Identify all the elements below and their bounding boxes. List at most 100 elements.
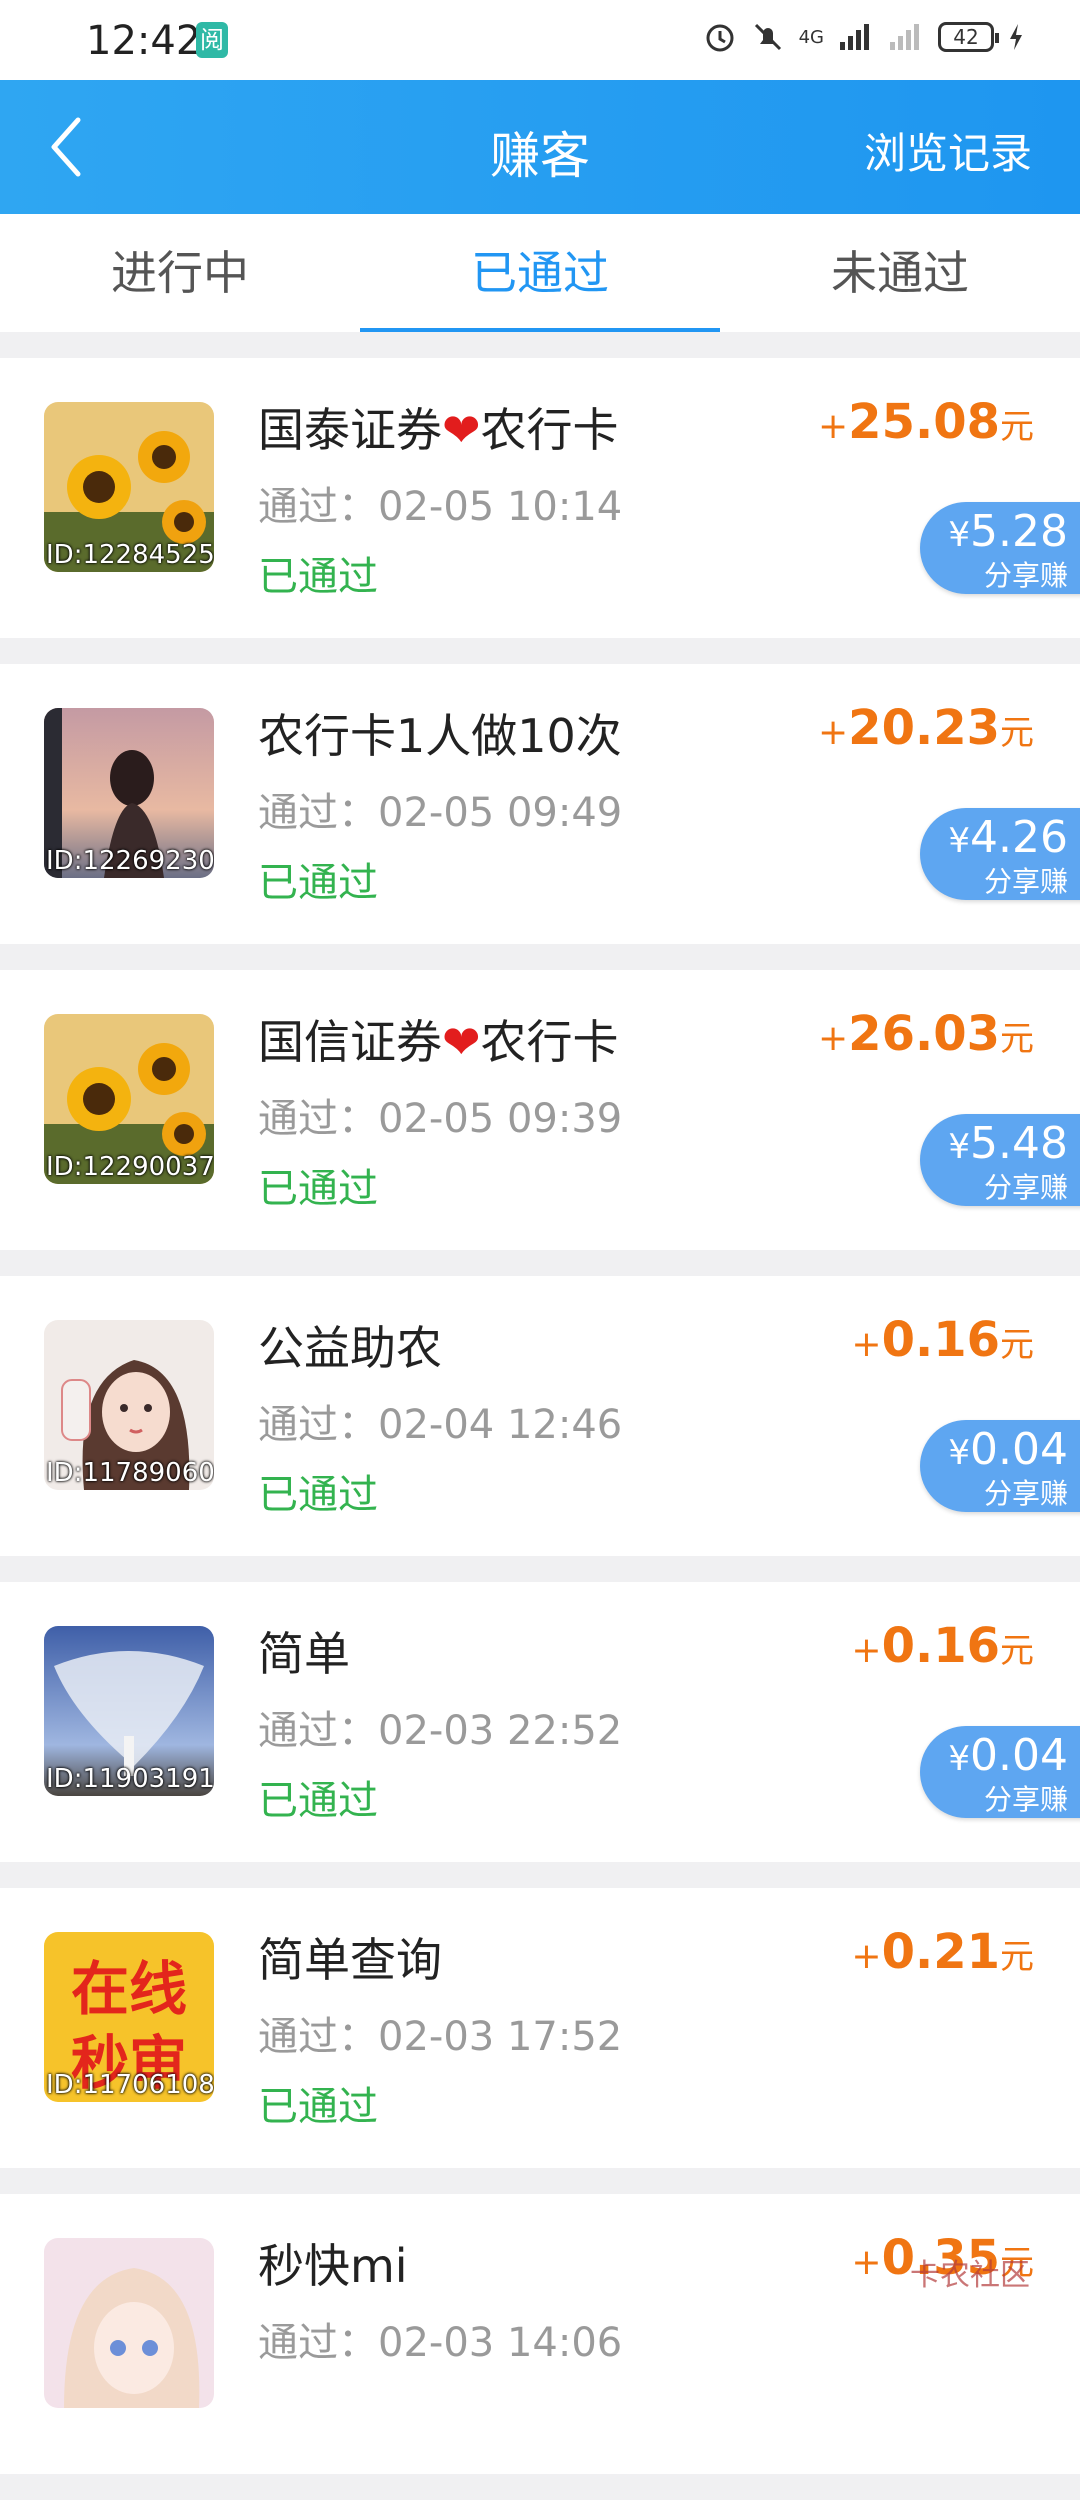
task-title-text: 简单 xyxy=(258,1627,350,1681)
share-earn-button[interactable]: ¥5.48 分享赚 xyxy=(920,1114,1080,1206)
pass-time: 通过：02-03 17:52 xyxy=(258,2014,623,2060)
task-title-suffix: 农行卡 xyxy=(480,403,619,457)
task-thumbnail: ID:12290037 xyxy=(44,1014,214,1184)
share-label: 分享赚 xyxy=(983,865,1068,898)
list-item[interactable]: ID:12284525 国泰证券❤农行卡 通过：02-05 10:14 已通过 … xyxy=(0,358,1080,638)
task-title-text: 农行卡1人做10次 xyxy=(258,709,622,763)
pass-time: 通过：02-05 09:39 xyxy=(258,1096,623,1142)
share-value: 0.04 xyxy=(970,1730,1068,1781)
thumb-text-online: 在线 xyxy=(70,1955,187,2023)
list-item[interactable]: 秒快mi 通过：02-03 14:06 +0.35元 xyxy=(0,2194,1080,2474)
list-item[interactable]: ID:11903191 简单 通过：02-03 22:52 已通过 +0.16元… xyxy=(0,1582,1080,1862)
reward-amount: +20.23元 xyxy=(818,700,1034,756)
reward-amount: +0.16元 xyxy=(851,1618,1034,1674)
task-list: ID:12284525 国泰证券❤农行卡 通过：02-05 10:14 已通过 … xyxy=(0,358,1080,2500)
tab-rejected[interactable]: 未通过 xyxy=(720,214,1080,332)
reward-unit: 元 xyxy=(1000,1019,1034,1059)
heart-icon: ❤ xyxy=(442,403,481,457)
reward-value: 0.16 xyxy=(881,1618,1000,1674)
task-title: 国信证券❤农行卡 xyxy=(258,1006,619,1072)
reward-unit: 元 xyxy=(1000,407,1034,447)
status-label: 已通过 xyxy=(258,1778,378,1824)
share-currency: ¥ xyxy=(948,821,971,861)
share-value: 0.04 xyxy=(970,1424,1068,1475)
share-value: 5.28 xyxy=(970,506,1068,557)
reward-plus: + xyxy=(851,2242,882,2283)
back-button[interactable] xyxy=(40,110,100,184)
reward-unit: 元 xyxy=(1000,1937,1034,1977)
share-currency: ¥ xyxy=(948,515,971,555)
task-thumbnail: ID:12269230 xyxy=(44,708,214,878)
tab-approved[interactable]: 已通过 xyxy=(360,214,720,332)
list-item[interactable]: 在线 秒审 ID:11706108 简单查询 通过：02-03 17:52 已通… xyxy=(0,1888,1080,2168)
task-id: ID:11903191 xyxy=(46,1764,214,1794)
task-thumbnail: 在线 秒审 ID:11706108 xyxy=(44,1932,214,2102)
list-item[interactable]: ID:12290037 国信证券❤农行卡 通过：02-05 09:39 已通过 … xyxy=(0,970,1080,1250)
tab-in-progress[interactable]: 进行中 xyxy=(0,214,360,332)
list-item[interactable]: ID:11789060 公益助农 通过：02-04 12:46 已通过 +0.1… xyxy=(0,1276,1080,1556)
status-label: 已通过 xyxy=(258,554,378,600)
status-time: 12:42 xyxy=(86,18,202,64)
share-earn-button[interactable]: ¥0.04 分享赚 xyxy=(920,1726,1080,1818)
reward-plus: + xyxy=(851,1324,882,1365)
reward-amount: +25.08元 xyxy=(818,394,1034,450)
reward-plus: + xyxy=(851,1936,882,1977)
reward-amount: +0.16元 xyxy=(851,1312,1034,1368)
share-label: 分享赚 xyxy=(983,1783,1068,1816)
task-thumbnail: ID:11789060 xyxy=(44,1320,214,1490)
reward-value: 0.16 xyxy=(881,1312,1000,1368)
task-title: 简单 xyxy=(258,1618,350,1684)
task-id: ID:11789060 xyxy=(46,1458,214,1488)
charging-icon xyxy=(1010,24,1022,50)
signal-icon xyxy=(840,24,869,50)
status-bar: 12:42 阅 4G 42 xyxy=(0,0,1080,80)
status-label: 已通过 xyxy=(258,860,378,906)
battery-icon: 42 xyxy=(938,22,999,52)
task-title: 简单查询 xyxy=(258,1924,442,1990)
app-header: 赚客 浏览记录 xyxy=(0,80,1080,214)
share-label: 分享赚 xyxy=(983,559,1068,592)
signal-weak-icon xyxy=(890,24,919,50)
share-amount: ¥4.26 xyxy=(920,808,1068,867)
reward-unit: 元 xyxy=(1000,713,1034,753)
share-label: 分享赚 xyxy=(983,1477,1068,1510)
reward-amount: +26.03元 xyxy=(818,1006,1034,1062)
reward-amount: +0.21元 xyxy=(851,1924,1034,1980)
task-thumbnail xyxy=(44,2238,214,2408)
reward-unit: 元 xyxy=(1000,1631,1034,1671)
reward-plus: + xyxy=(818,712,849,753)
task-title-text: 国信证券 xyxy=(258,1015,442,1069)
task-thumbnail: ID:11903191 xyxy=(44,1626,214,1796)
share-earn-button[interactable]: ¥5.28 分享赚 xyxy=(920,502,1080,594)
reward-value: 25.08 xyxy=(848,394,1000,450)
share-earn-button[interactable]: ¥0.04 分享赚 xyxy=(920,1420,1080,1512)
pass-time: 通过：02-04 12:46 xyxy=(258,1402,623,1448)
task-title: 农行卡1人做10次 xyxy=(258,700,622,766)
status-label: 已通过 xyxy=(258,2084,378,2130)
share-label: 分享赚 xyxy=(983,1171,1068,1204)
status-label: 已通过 xyxy=(258,1472,378,1518)
share-amount: ¥0.04 xyxy=(920,1420,1068,1479)
task-id: ID:12290037 xyxy=(46,1152,214,1182)
reward-plus: + xyxy=(818,406,849,447)
pass-time: 通过：02-03 14:06 xyxy=(258,2320,623,2366)
task-title: 公益助农 xyxy=(258,1312,442,1378)
share-value: 4.26 xyxy=(970,812,1068,863)
browse-history-button[interactable]: 浏览记录 xyxy=(864,120,1032,181)
share-amount: ¥5.28 xyxy=(920,502,1068,561)
share-earn-button[interactable]: ¥4.26 分享赚 xyxy=(920,808,1080,900)
reward-value: 0.21 xyxy=(881,1924,1000,1980)
task-id: ID:11706108 xyxy=(46,2070,214,2100)
share-value: 5.48 xyxy=(970,1118,1068,1169)
task-id: ID:12269230 xyxy=(46,846,214,876)
share-currency: ¥ xyxy=(948,1127,971,1167)
task-title-suffix: 农行卡 xyxy=(480,1015,619,1069)
task-title: 秒快mi xyxy=(258,2230,408,2296)
reward-value: 26.03 xyxy=(848,1006,1000,1062)
app-badge-icon: 阅 xyxy=(196,22,228,58)
anime-pink-image xyxy=(44,2238,214,2408)
task-title-text: 国泰证券 xyxy=(258,403,442,457)
pass-time: 通过：02-03 22:52 xyxy=(258,1708,623,1754)
list-item[interactable]: ID:12269230 农行卡1人做10次 通过：02-05 09:49 已通过… xyxy=(0,664,1080,944)
reward-unit: 元 xyxy=(1000,1325,1034,1365)
